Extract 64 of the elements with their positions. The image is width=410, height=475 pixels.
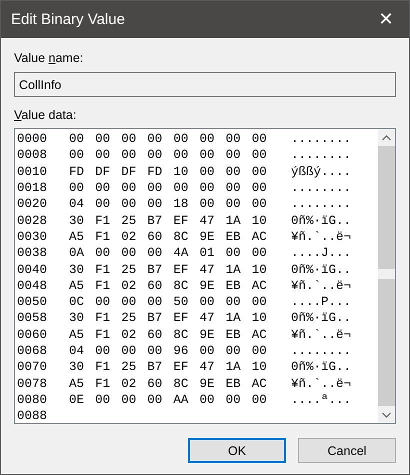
- address-text: 0088: [17, 409, 48, 424]
- dialog-button[interactable]: Cancel: [298, 438, 396, 463]
- hex-bytes: 04 00 00 00 18 00 00 00: [69, 197, 268, 212]
- window-title: Edit Binary Value: [11, 11, 125, 28]
- address-text: 0078: [17, 376, 48, 391]
- address-text: 0070: [17, 360, 48, 374]
- ascii-text: ¥ñ.`..ë¬: [291, 230, 352, 244]
- close-button[interactable]: ✕: [363, 1, 409, 38]
- address-text: 0000: [17, 132, 48, 146]
- hex-bytes: 00 00 00 00 00 00 00 00: [69, 181, 268, 196]
- hex-bytes: A5 F1 02 60 8C 9E EB AC: [69, 328, 268, 342]
- ascii-text: ........: [291, 344, 352, 358]
- address-text: 0050: [17, 295, 48, 310]
- hex-bytes: 30 F1 25 B7 EF 47 1A 10: [69, 311, 268, 326]
- address-text: 0030: [17, 230, 48, 244]
- ascii-text: ........: [291, 132, 352, 146]
- ascii-text: ¥ñ.`..ë¬: [291, 278, 352, 293]
- hex-bytes: 0C 00 00 00 50 00 00 00: [69, 295, 268, 310]
- hex-bytes: 00 00 00 00 00 00 00 00: [69, 132, 268, 146]
- address-text: 0040: [17, 262, 48, 277]
- address-text: 0010: [17, 164, 48, 179]
- scrollbar-thumb[interactable]: [378, 146, 395, 269]
- hex-bytes: 30 F1 25 B7 EF 47 1A 10: [69, 214, 268, 228]
- ascii-text: ........: [291, 197, 352, 212]
- field-label: Value name:: [14, 50, 84, 66]
- address-text: 0008: [17, 148, 48, 162]
- address-text: 0080: [17, 392, 48, 407]
- scroll-down-icon[interactable]: [382, 412, 391, 418]
- address-text: 0038: [17, 246, 48, 260]
- hex-bytes: 0E 00 00 00 AA 00 00 00: [69, 392, 268, 407]
- ascii-text: ....P...: [291, 295, 352, 310]
- ascii-text: ¥ñ.`..ë¬: [291, 328, 352, 342]
- hex-bytes: A5 F1 02 60 8C 9E EB AC: [69, 230, 268, 244]
- hex-bytes: 0A 00 00 00 4A 01 00 00: [69, 246, 268, 260]
- hex-bytes: A5 F1 02 60 8C 9E EB AC: [69, 278, 268, 293]
- ascii-text: ýßßý....: [291, 164, 352, 179]
- scroll-up-icon[interactable]: [382, 134, 391, 140]
- field-label: Value data:: [14, 107, 78, 123]
- ascii-text: 0ñ%·ïG..: [291, 311, 352, 326]
- hex-bytes: 30 F1 25 B7 EF 47 1A 10: [69, 262, 268, 277]
- address-text: 0020: [17, 197, 48, 212]
- hex-bytes: 00 00 00 00 00 00 00 00: [69, 148, 268, 162]
- ascii-text: 0ñ%·ïG..: [291, 214, 352, 228]
- scrollbar[interactable]: [378, 129, 395, 423]
- hex-bytes: 30 F1 25 B7 EF 47 1A 10: [69, 360, 268, 374]
- ascii-text: ....ª...: [291, 392, 352, 407]
- ascii-text: ........: [291, 148, 352, 162]
- hex-bytes: FD DF DF FD 10 00 00 00: [69, 164, 268, 179]
- ascii-text: 0ñ%·ïG..: [291, 360, 352, 374]
- hex-bytes: 04 00 00 00 96 00 00 00: [69, 344, 268, 358]
- address-text: 0060: [17, 328, 48, 342]
- address-text: 0028: [17, 214, 48, 228]
- address-text: 0018: [17, 181, 48, 196]
- address-text: 0048: [17, 278, 48, 293]
- ascii-text: ....J...: [291, 246, 352, 260]
- value-name-field[interactable]: CollInfo: [14, 72, 396, 97]
- hex-editor[interactable]: [14, 128, 396, 424]
- ascii-text: 0ñ%·ïG..: [291, 262, 352, 277]
- address-text: 0068: [17, 344, 48, 358]
- hex-bytes: A5 F1 02 60 8C 9E EB AC: [69, 376, 268, 391]
- dialog-button[interactable]: OK: [188, 438, 286, 463]
- ascii-text: ¥ñ.`..ë¬: [291, 376, 352, 391]
- ascii-text: ........: [291, 181, 352, 196]
- address-text: 0058: [17, 311, 48, 326]
